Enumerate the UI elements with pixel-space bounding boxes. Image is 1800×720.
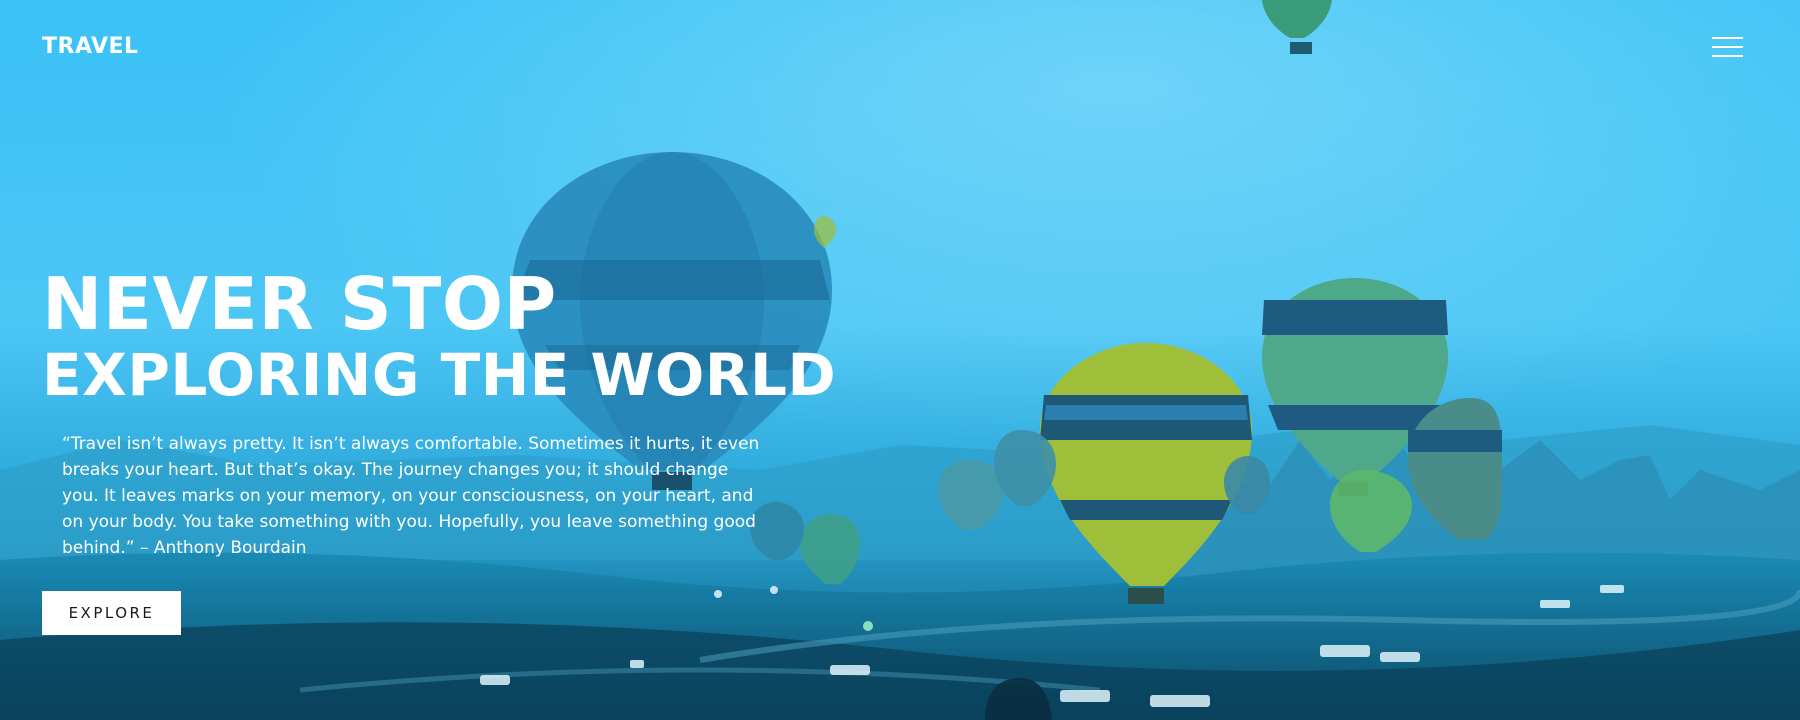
hamburger-menu-icon[interactable] — [1712, 34, 1746, 60]
menu-bar — [1712, 37, 1743, 39]
headline-line-2: EXPLORING THE WORLD — [42, 341, 837, 409]
hero-section: TRAVEL NEVER STOP EXPLORING THE WORLD “T… — [0, 0, 1800, 720]
headline-line-1: NEVER STOP — [42, 262, 557, 346]
hero-headline: NEVER STOP EXPLORING THE WORLD — [42, 268, 836, 408]
menu-bar — [1712, 55, 1743, 57]
menu-bar — [1712, 46, 1743, 48]
brand-logo[interactable]: TRAVEL — [42, 34, 139, 59]
hero-quote: “Travel isn’t always pretty. It isn’t al… — [62, 434, 760, 558]
explore-button[interactable]: EXPLORE — [42, 591, 181, 635]
